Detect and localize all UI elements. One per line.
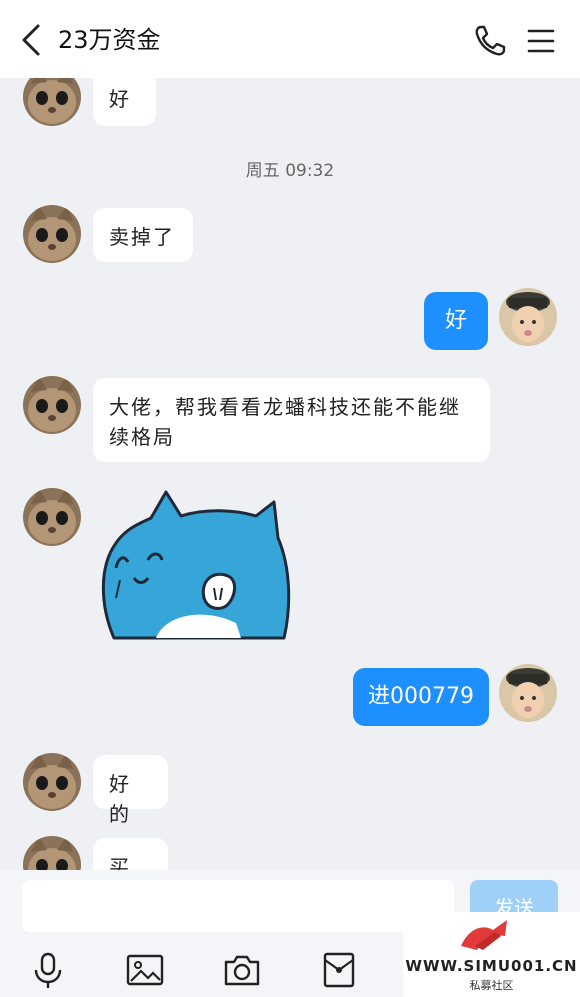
back-icon[interactable]: [18, 22, 46, 58]
message-timestamp: 周五 09:32: [245, 161, 335, 181]
contact-avatar[interactable]: [23, 205, 81, 263]
my-avatar[interactable]: [499, 288, 557, 346]
my-message-bubble[interactable]: 进000779: [353, 668, 489, 726]
message-bubble[interactable]: 大佬，帮我看看龙蟠科技还能不能继续格局: [93, 378, 490, 462]
my-avatar[interactable]: [499, 664, 557, 722]
chat-header: 23万资金: [0, 0, 580, 78]
watermark-text: WWW.SIMU001.CN: [405, 957, 578, 975]
menu-icon[interactable]: [526, 26, 556, 56]
message-input[interactable]: [22, 880, 454, 932]
camera-icon[interactable]: [222, 950, 262, 990]
message-bubble[interactable]: 卖掉了: [93, 208, 193, 262]
message-bubble[interactable]: 好的: [93, 755, 168, 826]
red-packet-icon[interactable]: [319, 950, 359, 990]
watermark-subtext: 私募社区: [469, 979, 514, 992]
phone-icon[interactable]: [473, 24, 507, 58]
chat-title: 23万资金: [58, 26, 161, 54]
contact-avatar[interactable]: [23, 753, 81, 811]
blue-cat-sticker[interactable]: [96, 488, 291, 640]
watermark-logo-icon: [461, 920, 507, 950]
contact-avatar[interactable]: [23, 376, 81, 434]
image-icon[interactable]: [125, 950, 165, 990]
my-message-bubble[interactable]: 好: [424, 292, 488, 350]
contact-avatar[interactable]: [23, 78, 81, 126]
message-bubble[interactable]: 买了: [93, 838, 168, 870]
contact-avatar[interactable]: [23, 488, 81, 546]
message-bubble[interactable]: 好: [93, 78, 156, 126]
message-list[interactable]: 好 周五 09:32 卖掉了 好 大佬，帮我看看龙蟠科技还能不能继续格局 进00…: [0, 78, 580, 870]
contact-avatar[interactable]: [23, 836, 81, 870]
microphone-icon[interactable]: [28, 950, 68, 990]
watermark: WWW.SIMU001.CN 私募社区: [403, 912, 580, 997]
